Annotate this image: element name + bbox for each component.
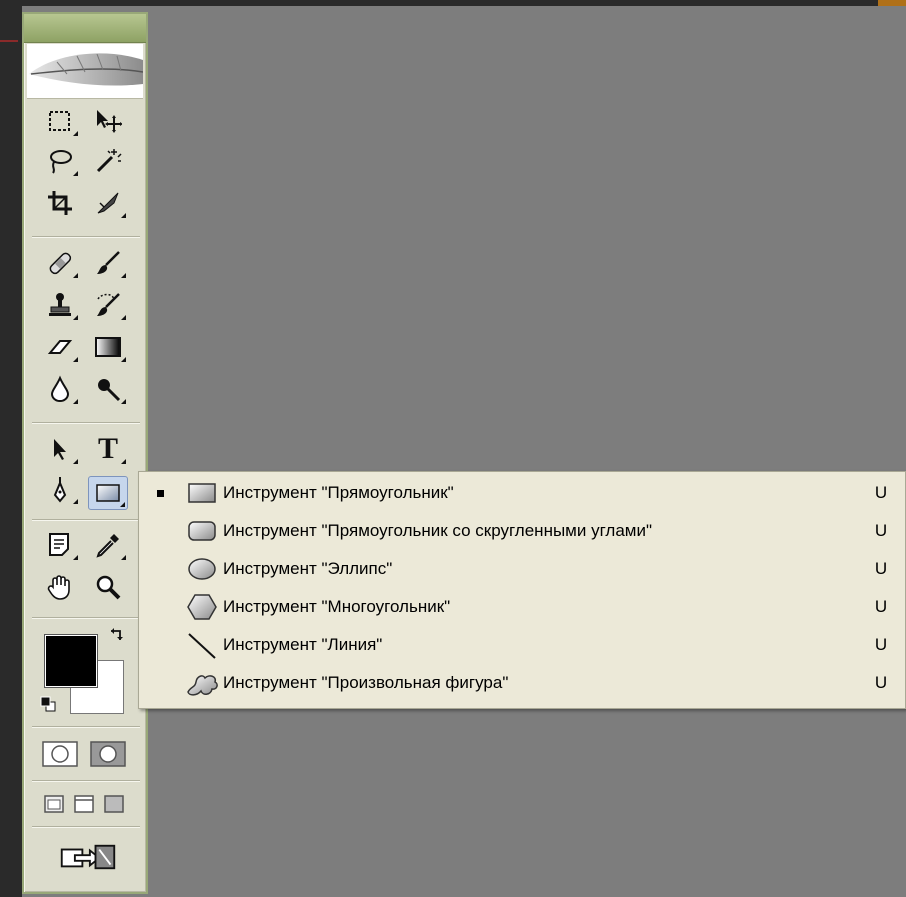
magnifier-icon xyxy=(96,575,121,600)
ellipse-icon xyxy=(188,558,216,580)
quick-mask-mode-button[interactable] xyxy=(88,740,128,768)
standard-screen-mode-button[interactable] xyxy=(42,792,66,816)
toolbox-title-bar[interactable] xyxy=(24,14,146,43)
rectangle-shape-icon xyxy=(96,484,120,502)
tool-history-brush[interactable] xyxy=(88,288,128,322)
quick-mask-icon xyxy=(90,741,126,767)
window-edge-mark xyxy=(0,40,18,42)
jump-to-icon xyxy=(60,844,116,870)
line-icon xyxy=(188,633,216,659)
rectangle-icon xyxy=(188,483,216,503)
menu-item-shortcut: U xyxy=(874,673,888,692)
menu-item-ellipse-tool[interactable]: Инструмент "Эллипс" U xyxy=(139,550,905,588)
tool-path-selection[interactable] xyxy=(40,432,80,466)
toolbox-separator xyxy=(32,617,140,619)
tool-dodge[interactable] xyxy=(88,372,128,406)
window-corner-mark xyxy=(878,0,906,6)
hand-icon xyxy=(47,575,70,600)
tool-magic-wand[interactable] xyxy=(88,144,128,178)
arrow-icon xyxy=(54,439,66,460)
crop-icon xyxy=(48,191,72,215)
menu-item-label: Инструмент "Линия" xyxy=(223,635,383,654)
gradient-icon xyxy=(95,337,121,357)
full-screen-mode-button[interactable] xyxy=(102,792,126,816)
bandage-icon xyxy=(49,252,72,275)
history-brush-icon xyxy=(97,293,120,316)
dodge-icon xyxy=(98,379,121,402)
brush-icon xyxy=(97,251,120,274)
tool-crop[interactable] xyxy=(40,186,80,220)
menu-item-line-tool[interactable]: Инструмент "Линия" U xyxy=(139,626,905,664)
eraser-icon xyxy=(47,340,73,354)
rounded-rectangle-icon xyxy=(188,521,216,541)
tool-move[interactable] xyxy=(88,104,128,138)
tool-lasso[interactable] xyxy=(40,144,80,178)
type-icon: T xyxy=(97,432,118,465)
full-screen-icon xyxy=(104,795,124,813)
tool-blur[interactable] xyxy=(40,372,80,406)
shape-tool-flyout-menu: Инструмент "Прямоугольник" U Инструмент … xyxy=(138,471,906,709)
tool-eraser[interactable] xyxy=(40,330,80,364)
document-canvas[interactable] xyxy=(22,6,906,897)
menu-item-label: Инструмент "Многоугольник" xyxy=(223,597,451,616)
notes-icon xyxy=(49,533,69,556)
marquee-icon xyxy=(49,111,70,131)
toolbox-separator xyxy=(32,519,140,521)
jump-to-imageready-button[interactable] xyxy=(56,840,120,874)
standard-mode-button[interactable] xyxy=(40,740,80,768)
menu-item-custom-shape-tool[interactable]: Инструмент "Произвольная фигура" U xyxy=(139,664,905,702)
toolbox-panel: T xyxy=(22,12,148,894)
drop-icon xyxy=(50,375,70,402)
menu-item-shortcut: U xyxy=(874,483,888,502)
tool-gradient[interactable] xyxy=(88,330,128,364)
lasso-icon xyxy=(50,150,72,174)
tool-hand[interactable] xyxy=(40,570,80,604)
tool-slice[interactable] xyxy=(88,186,128,220)
standard-screen-icon xyxy=(44,795,64,813)
menu-item-shortcut: U xyxy=(874,559,888,578)
foreground-color-swatch[interactable] xyxy=(44,634,98,688)
tool-zoom[interactable] xyxy=(88,570,128,604)
magic-wand-icon xyxy=(96,149,122,173)
swap-colors-icon[interactable] xyxy=(108,626,126,644)
toolbox-separator xyxy=(32,236,140,238)
toolbox-separator xyxy=(32,726,140,728)
toolbox-separator xyxy=(32,780,140,782)
stamp-icon xyxy=(49,293,71,316)
tool-brush[interactable] xyxy=(88,246,128,280)
tool-type[interactable]: T xyxy=(88,432,128,466)
polygon-icon xyxy=(187,594,217,620)
default-colors-icon[interactable] xyxy=(40,696,56,712)
pen-icon xyxy=(53,477,67,503)
slice-icon xyxy=(97,192,119,214)
menu-item-label: Инструмент "Произвольная фигура" xyxy=(223,673,509,692)
menu-item-rounded-rectangle-tool[interactable]: Инструмент "Прямоугольник со скругленным… xyxy=(139,512,905,550)
tool-shape[interactable] xyxy=(88,476,128,510)
full-screen-menu-mode-button[interactable] xyxy=(72,792,96,816)
menu-item-label: Инструмент "Прямоугольник" xyxy=(223,483,454,502)
menu-item-label: Инструмент "Эллипс" xyxy=(223,559,393,578)
menu-item-shortcut: U xyxy=(874,635,888,654)
toolbox-separator xyxy=(32,422,140,424)
custom-shape-icon xyxy=(187,675,218,696)
menu-item-rectangle-tool[interactable]: Инструмент "Прямоугольник" U xyxy=(139,474,905,512)
move-icon xyxy=(97,110,122,133)
feather-logo[interactable] xyxy=(27,44,144,99)
tool-notes[interactable] xyxy=(40,528,80,562)
menu-item-shortcut: U xyxy=(874,597,888,616)
tool-eyedropper[interactable] xyxy=(88,528,128,562)
checkmark xyxy=(139,489,181,497)
tool-pen[interactable] xyxy=(40,472,80,506)
standard-mode-icon xyxy=(42,741,78,767)
tool-clone-stamp[interactable] xyxy=(40,288,80,322)
full-screen-menu-icon xyxy=(74,795,94,813)
menu-item-shortcut: U xyxy=(874,521,888,540)
menu-item-polygon-tool[interactable]: Инструмент "Многоугольник" U xyxy=(139,588,905,626)
tool-healing[interactable] xyxy=(40,246,80,280)
tool-marquee[interactable] xyxy=(40,104,80,138)
toolbox-separator xyxy=(32,826,140,828)
menu-item-label: Инструмент "Прямоугольник со скругленным… xyxy=(223,521,653,540)
eyedropper-icon xyxy=(96,534,119,558)
